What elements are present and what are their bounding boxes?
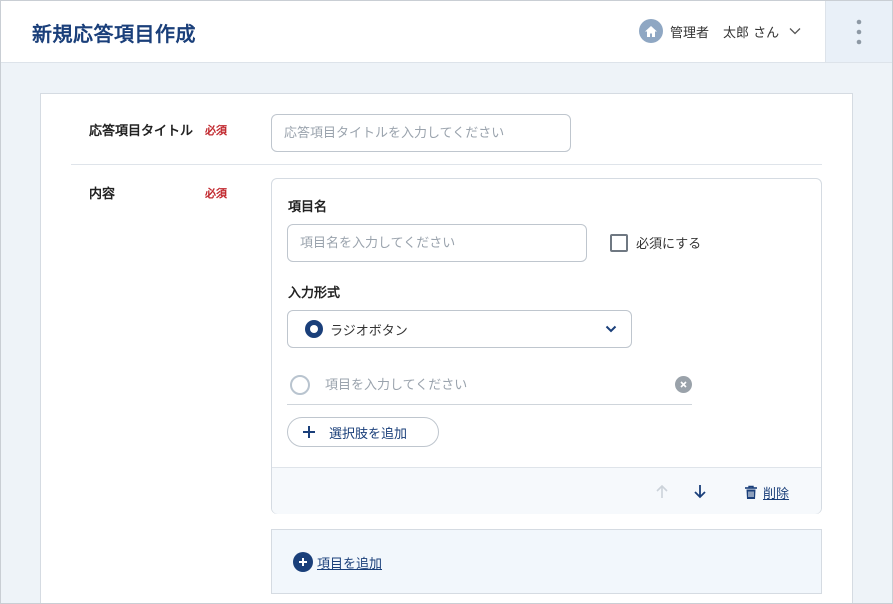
- move-up-button[interactable]: [655, 484, 669, 503]
- item-editor: 項目名 必須にする 入力形式 ラジオボタン: [271, 178, 822, 514]
- trash-icon: [745, 485, 757, 499]
- input-type-select[interactable]: ラジオボタン: [287, 310, 632, 348]
- radio-selected-icon: [305, 320, 323, 338]
- arrow-up-icon: [656, 484, 668, 498]
- input-type-value: ラジオボタン: [330, 323, 408, 339]
- user-menu[interactable]: 管理者 太郎 さん: [639, 18, 801, 44]
- title-required-badge: 必須: [205, 124, 227, 137]
- form-card: 応答項目タイトル 必須 内容 必須 項目名 必須にする 入力形式 ラジオボタン: [40, 93, 853, 603]
- arrow-down-icon: [694, 485, 706, 499]
- plus-icon: [303, 426, 315, 438]
- input-type-label: 入力形式: [288, 286, 341, 301]
- item-actions: 削除: [272, 467, 821, 514]
- app-window: 新規応答項目作成 管理者 太郎 さん 応答項目タイトル 必須 応答項目タイトルを…: [0, 0, 893, 604]
- user-name: 太郎 さん: [723, 25, 780, 41]
- chevron-down-icon: [789, 27, 801, 35]
- content-field-label: 内容: [89, 187, 116, 202]
- user-role: 管理者: [670, 25, 710, 41]
- radio-unselected-icon: [290, 375, 310, 395]
- delete-label: 削除: [763, 487, 790, 502]
- content-required-badge: 必須: [205, 187, 227, 200]
- header: 新規応答項目作成 管理者 太郎 さん: [1, 1, 892, 63]
- move-down-button[interactable]: [693, 484, 707, 503]
- required-checkbox-label: 必須にする: [636, 237, 702, 252]
- page-title: 新規応答項目作成: [32, 22, 196, 46]
- divider: [71, 164, 822, 165]
- add-item-label: 項目を追加: [317, 556, 383, 572]
- add-item-section: 項目を追加: [271, 529, 822, 594]
- clear-option-button[interactable]: [675, 376, 692, 393]
- title-field-label: 応答項目タイトル: [89, 124, 194, 139]
- close-icon: [680, 381, 687, 388]
- kebab-menu-icon: [856, 19, 862, 44]
- plus-circle-icon: [293, 552, 313, 572]
- title-input[interactable]: [271, 114, 571, 152]
- home-icon: [639, 19, 663, 43]
- chevron-down-icon: [605, 325, 617, 333]
- checkbox-box[interactable]: [610, 233, 628, 252]
- kebab-menu-button[interactable]: [825, 1, 892, 62]
- add-item-button[interactable]: 項目を追加: [293, 552, 382, 572]
- add-option-label: 選択肢を追加: [329, 426, 408, 442]
- delete-item-button[interactable]: 削除: [744, 483, 789, 502]
- item-name-input[interactable]: [287, 224, 587, 262]
- item-name-label: 項目名: [288, 200, 328, 215]
- required-checkbox[interactable]: 必須にする: [610, 233, 701, 252]
- add-option-button[interactable]: 選択肢を追加: [287, 417, 439, 447]
- option-input[interactable]: [317, 370, 657, 400]
- option-row: [287, 370, 692, 405]
